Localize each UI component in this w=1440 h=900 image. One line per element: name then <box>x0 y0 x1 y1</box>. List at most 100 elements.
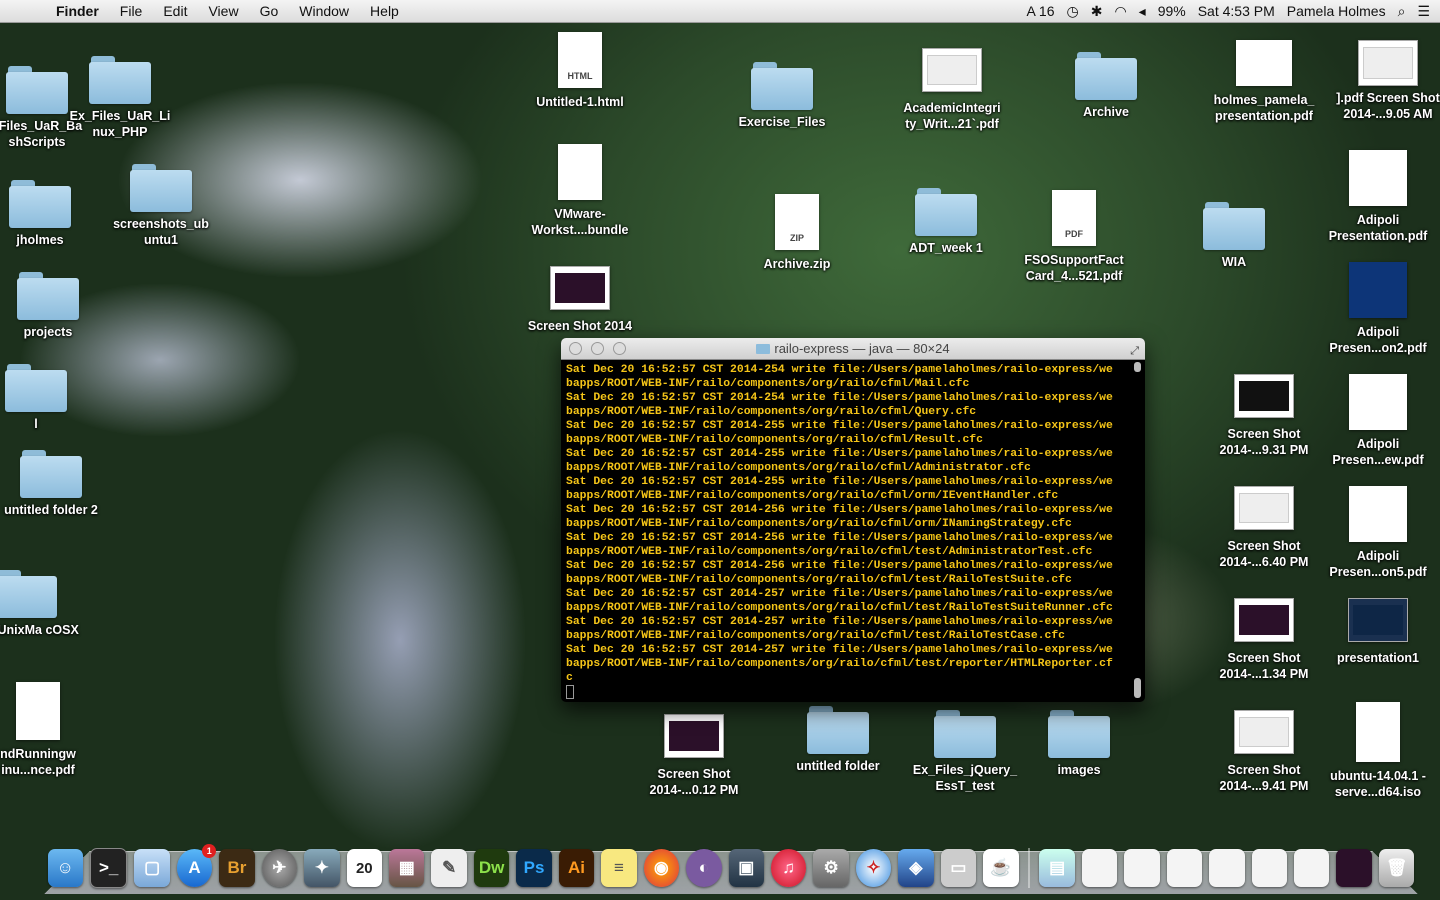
java-icon[interactable]: ☕ <box>983 849 1019 887</box>
launchpad-rocket-icon[interactable]: ✈ <box>261 849 298 887</box>
battery-status[interactable]: 99% <box>1158 3 1186 19</box>
virtualbox-cube-icon[interactable]: ▢ <box>134 849 170 887</box>
trash-icon[interactable]: 🗑 <box>1378 849 1415 887</box>
volume-icon[interactable]: ◂ <box>1139 3 1146 20</box>
minimized-window-icon[interactable] <box>1251 849 1288 887</box>
desktop-file[interactable]: Adipoli Presentation.pdf <box>1323 150 1433 244</box>
desktop-file[interactable]: presentation1 <box>1323 598 1433 666</box>
minimized-window-icon[interactable] <box>1209 849 1245 887</box>
menu-finder[interactable]: Finder <box>56 3 99 19</box>
menu-go[interactable]: Go <box>260 3 279 19</box>
icon-label: FSOSupportFact Card_4...521.pdf <box>1024 253 1124 283</box>
calendar-icon[interactable]: 20 <box>346 849 382 887</box>
menu-edit[interactable]: Edit <box>163 3 187 19</box>
clock[interactable]: Sat 4:53 PM <box>1198 3 1275 19</box>
desktop-folder[interactable]: les_UnixMa cOSX <box>0 570 81 638</box>
desktop-file[interactable]: Screen Shot 2014-...9.41 PM <box>1209 710 1319 794</box>
desktop-file[interactable]: Screen Shot 2014-...6.40 PM <box>1209 486 1319 570</box>
icon-label: Adipoli Presen...ew.pdf <box>1332 437 1424 467</box>
menu-file[interactable]: File <box>120 3 143 19</box>
menu-view[interactable]: View <box>208 3 238 19</box>
presentation-thumbnail-icon <box>1348 598 1408 642</box>
github-icon[interactable]: ◐ <box>686 849 722 887</box>
icon-label: projects <box>23 325 73 339</box>
desktop-folder[interactable]: jholmes <box>0 180 95 248</box>
fullscreen-icon[interactable]: ⤢ <box>1130 341 1139 362</box>
desktop-folder[interactable]: ADT_week 1 <box>891 188 1001 256</box>
desktop-file[interactable]: Adipoli Presen...on5.pdf <box>1323 486 1433 580</box>
photoshop-icon[interactable]: Ps <box>516 849 552 887</box>
desktop-file[interactable]: Screen Shot 2014-...9.31 PM <box>1209 374 1319 458</box>
desktop-folder[interactable]: untitled folder 2 <box>0 450 106 518</box>
minimized-window-icon[interactable] <box>1124 849 1160 887</box>
vmware-icon[interactable]: ▭ <box>940 849 977 887</box>
desktop-folder[interactable]: screenshots_ub untu1 <box>106 164 216 248</box>
desktop-file[interactable]: Adipoli Presen...on2.pdf <box>1323 262 1433 356</box>
terminal-scrollbar[interactable] <box>1133 362 1142 698</box>
desktop-folder[interactable]: images <box>1024 710 1134 778</box>
desktop-file[interactable]: ].pdf Screen Shot 2014-...9.05 AM <box>1333 40 1440 122</box>
photo-booth-icon[interactable]: ▦ <box>389 849 425 887</box>
desktop-file[interactable]: VMware- Workst....bundle <box>525 144 635 238</box>
terminal-title-bar[interactable]: railo-express — java — 80×24 ⤢ <box>561 338 1145 360</box>
dreamweaver-icon[interactable]: Dw <box>473 849 510 887</box>
illustrator-icon[interactable]: Ai <box>558 849 595 887</box>
minimized-window-icon[interactable] <box>1294 849 1330 887</box>
itunes-icon[interactable]: ♫ <box>770 849 807 887</box>
minimized-window-icon[interactable] <box>1166 849 1203 887</box>
time-machine-icon[interactable]: ◷ <box>1066 3 1078 20</box>
preview-eagle-icon[interactable]: ✦ <box>304 849 340 887</box>
firefox-icon[interactable]: ◉ <box>643 849 680 887</box>
desktop-file[interactable]: ndRunningw inu...nce.pdf <box>0 682 93 778</box>
image-capture-icon[interactable]: ▣ <box>728 849 764 887</box>
desktop-file[interactable]: Screen Shot 2014 <box>525 266 635 334</box>
terminal-icon[interactable]: >_ <box>89 848 128 888</box>
close-button[interactable] <box>569 342 582 355</box>
notification-center-icon[interactable]: ☰ <box>1417 3 1430 20</box>
stickies-icon[interactable]: ≡ <box>601 849 637 887</box>
bluetooth-icon[interactable]: ✱ <box>1091 3 1103 20</box>
safari-icon[interactable]: ✧ <box>855 849 892 887</box>
ai-status[interactable]: A 16 <box>1026 3 1054 19</box>
icon-label: Screen Shot 2014-...0.12 PM <box>649 767 739 797</box>
desktop-folder[interactable]: projects <box>0 272 103 340</box>
desktop-folder[interactable]: Ex_Files_UaR_Li nux_PHP <box>65 56 175 140</box>
desktop-folder[interactable]: l <box>0 364 91 432</box>
desktop-file[interactable]: HTML Untitled-1.html <box>525 32 635 110</box>
desktop-file[interactable]: Screen Shot 2014-...1.34 PM <box>1209 598 1319 682</box>
system-preferences-icon[interactable]: ⚙ <box>813 849 849 887</box>
folder-icon <box>20 450 82 498</box>
textedit-icon[interactable]: ✎ <box>431 849 467 887</box>
icon-label: Screen Shot 2014 <box>527 319 633 333</box>
desktop-folder[interactable]: untitled folder <box>783 706 893 774</box>
terminal-line: bapps/ROOT/WEB-INF/railo/components/org/… <box>566 378 970 390</box>
wifi-icon[interactable]: ◠ <box>1114 3 1126 20</box>
minimize-button[interactable] <box>591 342 604 355</box>
desktop-file[interactable]: AcademicIntegri ty_Writ...21`.pdf <box>897 48 1007 132</box>
app-store-icon[interactable]: A1 <box>176 844 217 887</box>
desktop-file[interactable]: Adipoli Presen...ew.pdf <box>1323 374 1433 468</box>
desktop-folder[interactable]: Exercise_Files <box>727 62 837 130</box>
zoom-button[interactable] <box>613 342 626 355</box>
finder-icon[interactable]: ☺ <box>47 849 83 887</box>
downloads-folder-icon[interactable]: ▤ <box>1039 849 1075 887</box>
terminal-output[interactable]: Sat Dec 20 16:52:57 CST 2014-254 write f… <box>561 360 1145 702</box>
status-menus: A 16 ◷ ✱ ◠ ◂ 99% Sat 4:53 PM Pamela Holm… <box>1014 0 1430 22</box>
desktop-folder[interactable]: WIA <box>1179 202 1289 270</box>
desktop-folder[interactable]: Archive <box>1051 52 1161 120</box>
spotlight-search-icon[interactable]: ⌕ <box>1398 3 1406 20</box>
desktop-file[interactable]: ubuntu-14.04.1 -serve...d64.iso <box>1323 702 1433 800</box>
desktop-file[interactable]: ZIP Archive.zip <box>742 194 852 272</box>
terminal-window[interactable]: railo-express — java — 80×24 ⤢ Sat Dec 2… <box>561 338 1145 702</box>
virtualbox-icon[interactable]: ◈ <box>898 849 934 887</box>
desktop-file[interactable]: PDF FSOSupportFact Card_4...521.pdf <box>1019 190 1129 284</box>
user-name[interactable]: Pamela Holmes <box>1287 3 1386 19</box>
menu-help[interactable]: Help <box>370 3 399 19</box>
minimized-window-icon[interactable] <box>1336 849 1372 887</box>
adobe-bridge-icon[interactable]: Br <box>219 849 255 887</box>
minimized-window-icon[interactable] <box>1081 849 1118 887</box>
desktop-folder[interactable]: Ex_Files_jQuery_ EssT_test <box>910 710 1020 794</box>
menu-window[interactable]: Window <box>299 3 349 19</box>
desktop-file[interactable]: holmes_pamela_ presentation.pdf <box>1209 40 1319 124</box>
desktop-file[interactable]: Screen Shot 2014-...0.12 PM <box>639 714 749 798</box>
